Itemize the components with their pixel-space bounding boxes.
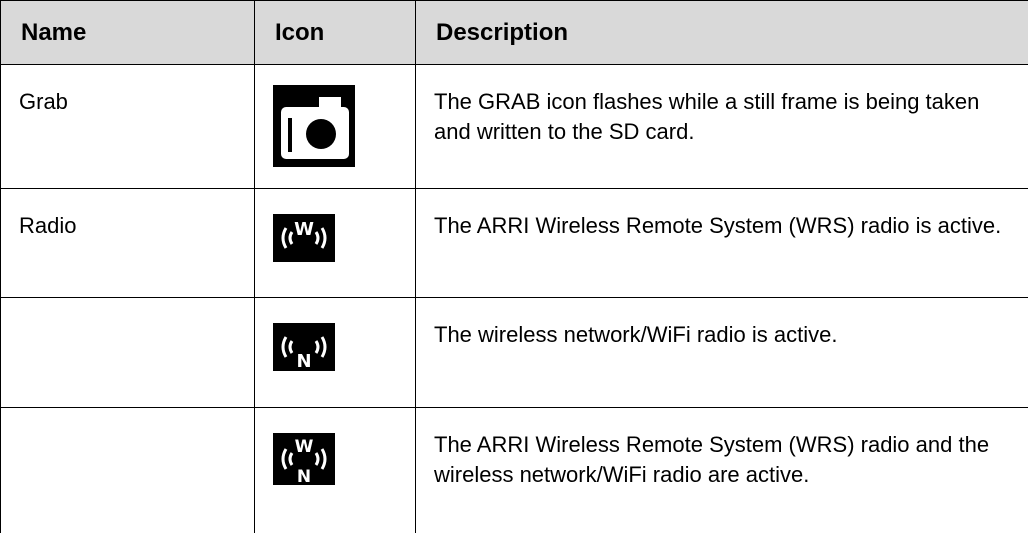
wifi-radio-icon: N [255, 298, 415, 371]
icon-cell [255, 65, 416, 189]
wrs-letter: W [294, 219, 314, 240]
table-row: N The wireless network/WiFi radio is act… [1, 298, 1028, 408]
name-text: Radio [1, 189, 254, 241]
wifi-letter: N [296, 351, 311, 371]
header-icon: Icon [255, 1, 416, 65]
description-cell: The wireless network/WiFi radio is activ… [416, 298, 1028, 408]
name-cell: Radio [1, 189, 255, 298]
table-header-row: Name Icon Description [1, 1, 1028, 65]
header-description-label: Description [416, 1, 1028, 47]
name-text [1, 298, 254, 320]
icon-cell: N [255, 298, 416, 408]
table-row: W N The ARRI Wireless Remote System (WRS… [1, 408, 1028, 533]
table-row: Grab The GRAB icon flashes while a still… [1, 65, 1028, 189]
header-name: Name [1, 1, 255, 65]
icon-cell: W [255, 189, 416, 298]
wrs-letter: W [295, 437, 314, 457]
wrs-and-wifi-radio-icon: W N [255, 408, 415, 485]
description-cell: The GRAB icon flashes while a still fram… [416, 65, 1028, 189]
description-text: The ARRI Wireless Remote System (WRS) ra… [416, 408, 1028, 490]
icon-reference-table: Name Icon Description Grab [0, 0, 1028, 533]
description-text: The wireless network/WiFi radio is activ… [416, 298, 1028, 350]
icon-cell: W N [255, 408, 416, 533]
description-cell: The ARRI Wireless Remote System (WRS) ra… [416, 408, 1028, 533]
name-cell: Grab [1, 65, 255, 189]
table-row: Radio W The ARRI Wireless Remote System … [1, 189, 1028, 298]
header-description: Description [416, 1, 1028, 65]
wrs-radio-icon: W [255, 189, 415, 262]
name-text [1, 408, 254, 430]
wifi-letter: N [297, 467, 311, 485]
description-text: The GRAB icon flashes while a still fram… [416, 65, 1028, 147]
header-icon-label: Icon [255, 1, 415, 47]
header-name-label: Name [1, 1, 254, 47]
name-text: Grab [1, 65, 254, 117]
name-cell [1, 408, 255, 533]
description-cell: The ARRI Wireless Remote System (WRS) ra… [416, 189, 1028, 298]
name-cell [1, 298, 255, 408]
description-text: The ARRI Wireless Remote System (WRS) ra… [416, 189, 1028, 241]
camera-icon [255, 65, 415, 167]
